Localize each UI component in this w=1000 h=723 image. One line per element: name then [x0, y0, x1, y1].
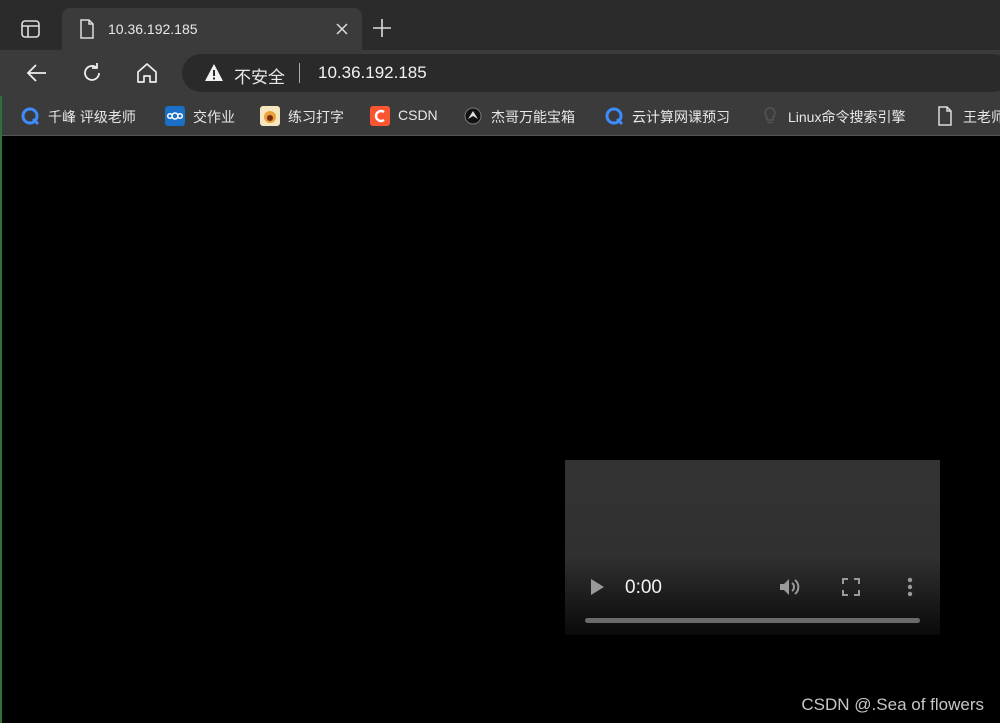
- url-text[interactable]: 10.36.192.185: [318, 63, 427, 83]
- security-status[interactable]: 不安全: [234, 63, 285, 88]
- fullscreen-icon[interactable]: [842, 578, 860, 596]
- refresh-blue-icon: [20, 106, 40, 126]
- video-time: 0:00: [625, 577, 662, 598]
- video-player[interactable]: 0:00: [565, 460, 940, 635]
- video-progress-bar[interactable]: [585, 618, 920, 623]
- page-icon: [78, 19, 96, 39]
- nextcloud-icon: [165, 106, 185, 126]
- new-tab-icon[interactable]: [372, 18, 392, 38]
- csdn-icon: [370, 106, 390, 126]
- typing-app-icon: [260, 106, 280, 126]
- play-icon[interactable]: [589, 578, 605, 596]
- refresh-blue-icon: [604, 106, 624, 126]
- lightbulb-icon: [760, 106, 780, 126]
- watermark: CSDN @.Sea of flowers: [801, 695, 984, 714]
- tab-title: 10.36.192.185: [108, 21, 198, 37]
- close-icon[interactable]: [334, 21, 350, 37]
- home-icon[interactable]: [135, 61, 159, 85]
- address-bar[interactable]: 不安全 10.36.192.185: [182, 54, 1000, 92]
- tab-strip: 10.36.192.185: [0, 0, 1000, 50]
- page-icon: [935, 106, 955, 126]
- back-arrow-icon[interactable]: [25, 61, 49, 85]
- page-content: [2, 137, 1000, 723]
- bookmarks-bar: 千峰 评级老师 交作业 练习打字 CSDN 杰哥万能宝箱 云计算网课预习 Lin…: [0, 96, 1000, 136]
- tab-active[interactable]: 10.36.192.185: [62, 8, 362, 50]
- more-options-icon[interactable]: [903, 576, 917, 598]
- separator: [299, 63, 300, 83]
- reload-icon[interactable]: [80, 61, 104, 85]
- warning-icon[interactable]: [204, 63, 224, 83]
- tab-actions-icon[interactable]: [20, 18, 42, 40]
- volume-icon[interactable]: [778, 576, 802, 598]
- toolbar: 不安全 10.36.192.185: [0, 50, 1000, 96]
- eagle-icon: [463, 106, 483, 126]
